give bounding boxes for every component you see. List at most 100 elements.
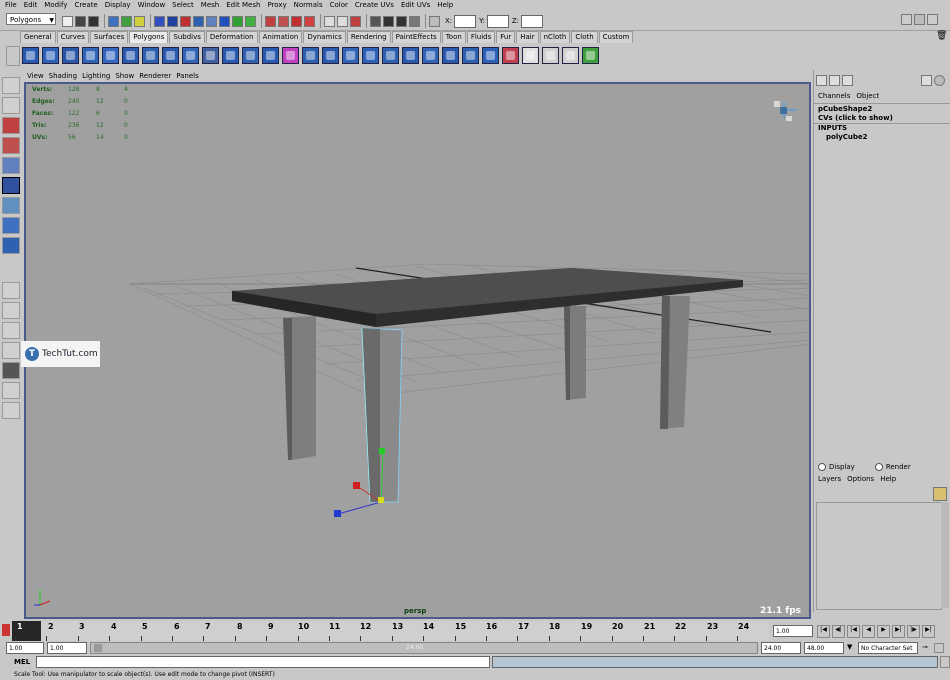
channel-box-menu-object[interactable]: Object — [856, 92, 879, 100]
tab-subdivs[interactable]: Subdivs — [169, 31, 205, 43]
automatic-mapping-icon[interactable] — [562, 46, 579, 64]
display-radio[interactable] — [818, 463, 826, 471]
tab-fluids[interactable]: Fluids — [466, 31, 496, 43]
poly-plane-icon[interactable] — [102, 46, 119, 64]
menu-create-uvs[interactable]: Create UVs — [355, 0, 394, 11]
bevel-icon[interactable] — [462, 46, 479, 64]
single-perspective-layout-icon[interactable] — [2, 282, 20, 299]
playback-end-field[interactable]: 24.00 — [761, 642, 801, 654]
tab-deformation[interactable]: Deformation — [205, 31, 258, 43]
channel-box-toggle-icon[interactable] — [927, 14, 938, 25]
panel-menu-lighting[interactable]: Lighting — [82, 71, 110, 82]
four-view-layout-icon[interactable] — [2, 302, 20, 319]
character-set-arrow-icon[interactable]: ▼ — [847, 643, 852, 651]
offset-edge-loop-icon[interactable] — [422, 46, 439, 64]
menu-edit-mesh[interactable]: Edit Mesh — [226, 0, 260, 11]
poly-cube-icon[interactable] — [42, 46, 59, 64]
shelf-trash-icon[interactable]: 🗑 — [936, 31, 947, 41]
construction-history-icon[interactable] — [350, 15, 361, 27]
cvs-toggle[interactable]: CVs (click to show) — [818, 114, 893, 122]
reduce-icon[interactable] — [302, 46, 319, 64]
pick-mask-icon[interactable] — [219, 15, 230, 27]
boolean-union-icon[interactable] — [262, 46, 279, 64]
input-node[interactable]: polyCube2 — [826, 133, 868, 141]
time-slider-track[interactable]: 1 2 3 4 5 6 7 8 9 10 11 12 13 14 15 16 1… — [12, 621, 769, 641]
tab-hair[interactable]: Hair — [516, 31, 539, 43]
render-radio[interactable] — [874, 463, 883, 471]
planar-mapping-icon[interactable] — [502, 46, 519, 64]
rotate-tool-icon[interactable] — [2, 157, 20, 174]
render-frame-icon[interactable] — [383, 15, 394, 27]
panel-menu-renderer[interactable]: Renderer — [139, 71, 171, 82]
pick-mask-icon[interactable] — [154, 15, 165, 27]
tab-custom[interactable]: Custom — [598, 31, 634, 43]
outliner-layout-icon[interactable] — [2, 382, 20, 399]
duplicate-face-icon[interactable] — [482, 46, 499, 64]
x-field[interactable] — [454, 14, 477, 28]
pick-mask-icon[interactable] — [193, 15, 204, 27]
go-to-end-icon[interactable]: ▶| — [922, 625, 935, 638]
perspective-viewport[interactable]: Verts: 128 8 4 Edges: 240 12 0 Faces: 12… — [24, 82, 811, 619]
play-backwards-icon[interactable]: ◀ — [862, 625, 875, 638]
paint-select-icon[interactable] — [582, 46, 599, 64]
menu-select[interactable]: Select — [172, 0, 194, 11]
poly-prism-icon[interactable] — [142, 46, 159, 64]
split-polygon-icon[interactable] — [382, 46, 399, 64]
hypershade-layout-icon[interactable] — [2, 362, 20, 379]
layer-editor-icon[interactable] — [829, 75, 840, 86]
shelf-menu-button[interactable] — [6, 46, 20, 66]
poly-sphere-icon[interactable] — [22, 46, 39, 64]
menu-modify[interactable]: Modify — [44, 0, 67, 11]
move-tool-icon[interactable] — [2, 137, 20, 154]
range-slider-handle[interactable] — [94, 644, 102, 652]
script-editor-icon[interactable] — [940, 656, 950, 668]
key-icon[interactable]: ⊸ — [922, 643, 928, 651]
animation-end-field[interactable]: 48.00 — [804, 642, 844, 654]
new-scene-icon[interactable] — [62, 15, 73, 27]
menu-edit[interactable]: Edit — [24, 0, 38, 11]
scale-tool-icon[interactable] — [2, 177, 20, 194]
menu-edit-uvs[interactable]: Edit UVs — [401, 0, 430, 11]
render-view-icon[interactable] — [370, 15, 381, 27]
z-field[interactable] — [521, 14, 544, 28]
panel-menu-view[interactable]: View — [27, 71, 44, 82]
sphere-icon[interactable] — [934, 75, 945, 86]
menu-set-selector[interactable]: Polygons ▼ — [6, 13, 56, 25]
select-component-icon[interactable] — [134, 15, 145, 27]
select-tool-icon[interactable] — [2, 77, 20, 94]
bridge-icon[interactable] — [342, 46, 359, 64]
tab-toon[interactable]: Toon — [441, 31, 466, 43]
y-field[interactable] — [486, 14, 509, 28]
pick-mask-icon[interactable] — [232, 15, 243, 27]
tab-dynamics[interactable]: Dynamics — [303, 31, 346, 43]
menu-normals[interactable]: Normals — [294, 0, 323, 11]
character-set-field[interactable]: No Character Set — [858, 642, 918, 654]
step-back-key-icon[interactable]: |◀ — [847, 625, 860, 638]
persp-outliner-layout-icon[interactable] — [2, 322, 20, 339]
extrude-icon[interactable] — [322, 46, 339, 64]
snap-curve-icon[interactable] — [278, 15, 289, 27]
paint-select-tool-icon[interactable] — [2, 117, 20, 134]
tab-animation[interactable]: Animation — [258, 31, 303, 43]
select-object-icon[interactable] — [121, 15, 132, 27]
step-back-icon[interactable]: ◀| — [832, 625, 845, 638]
step-forward-key-icon[interactable]: ▶| — [892, 625, 905, 638]
layer-menu-options[interactable]: Options — [847, 475, 874, 483]
snap-grid-icon[interactable] — [265, 15, 276, 27]
tab-fur[interactable]: Fur — [496, 31, 516, 43]
panel-menu-panels[interactable]: Panels — [176, 71, 199, 82]
channel-layer-icon[interactable] — [842, 75, 853, 86]
soft-modification-icon[interactable] — [2, 217, 20, 234]
layer-menu-help[interactable]: Help — [880, 475, 896, 483]
tab-rendering[interactable]: Rendering — [346, 31, 391, 43]
shape-node-name[interactable]: pCubeShape2 — [818, 105, 872, 113]
combine-icon[interactable] — [202, 46, 219, 64]
playback-start-field[interactable]: 1.00 — [47, 642, 87, 654]
persp-graph-layout-icon[interactable] — [2, 342, 20, 359]
pick-mask-icon[interactable] — [167, 15, 178, 27]
channel-box-icon[interactable] — [816, 75, 827, 86]
poly-cylinder-icon[interactable] — [62, 46, 79, 64]
menu-file[interactable]: File — [5, 0, 17, 11]
poly-cone-icon[interactable] — [82, 46, 99, 64]
pick-mask-icon[interactable] — [180, 15, 191, 27]
